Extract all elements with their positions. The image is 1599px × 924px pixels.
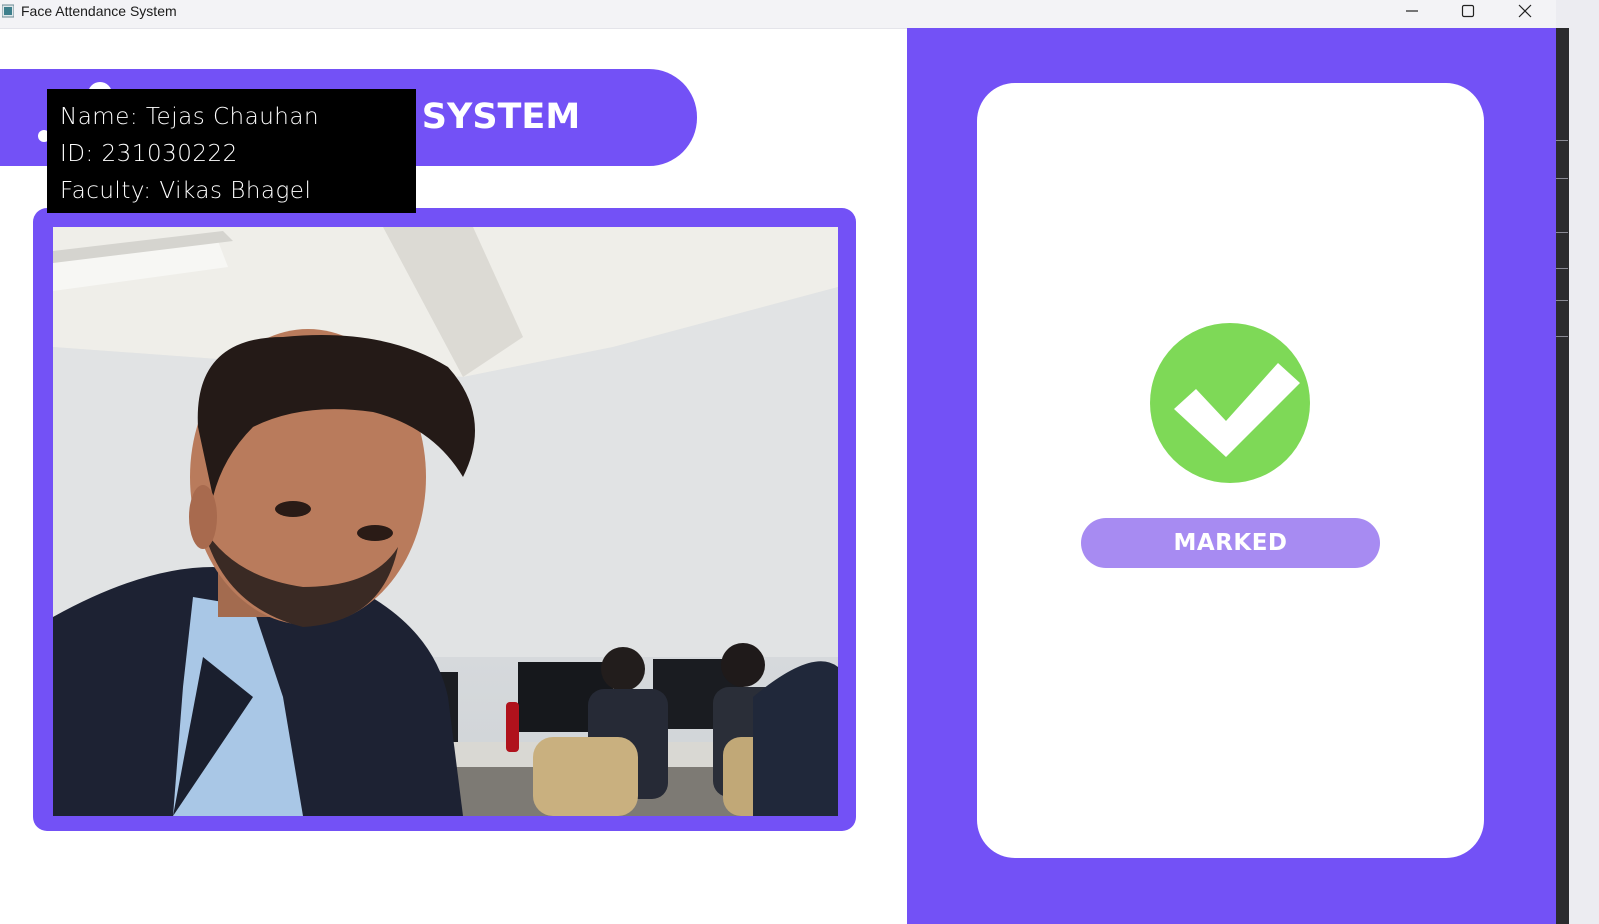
edge-line: [1556, 300, 1568, 301]
status-label: MARKED: [1173, 530, 1288, 556]
status-badge: MARKED: [1081, 518, 1380, 568]
edge-line: [1556, 336, 1568, 337]
edge-line: [1556, 140, 1568, 141]
app-icon: [2, 4, 14, 18]
minimize-button[interactable]: [1384, 0, 1440, 22]
check-circle-icon: [1150, 323, 1310, 483]
window-title: Face Attendance System: [21, 3, 177, 19]
background-window-edge: [1556, 0, 1599, 924]
maximize-button[interactable]: [1440, 0, 1496, 22]
edge-line: [1556, 232, 1568, 233]
maximize-icon: [1461, 4, 1475, 18]
webcam-scene: [53, 227, 838, 816]
recognized-name: Name: Tejas Chauhan: [60, 104, 320, 130]
recognized-faculty: Faculty: Vikas Bhagel: [60, 178, 312, 204]
background-window-panel: [1556, 28, 1569, 924]
recognition-info-box: Name: Tejas Chauhan ID: 231030222 Facult…: [47, 89, 416, 213]
window-titlebar: Face Attendance System: [0, 0, 1568, 29]
close-icon: [1518, 4, 1532, 18]
edge-line: [1556, 268, 1568, 269]
minimize-icon: [1406, 10, 1418, 12]
checkmark-icon: [1174, 363, 1300, 457]
webcam-feed: [53, 227, 838, 816]
close-button[interactable]: [1497, 0, 1553, 22]
edge-line: [1556, 178, 1568, 179]
recognized-id: ID: 231030222: [60, 141, 238, 167]
